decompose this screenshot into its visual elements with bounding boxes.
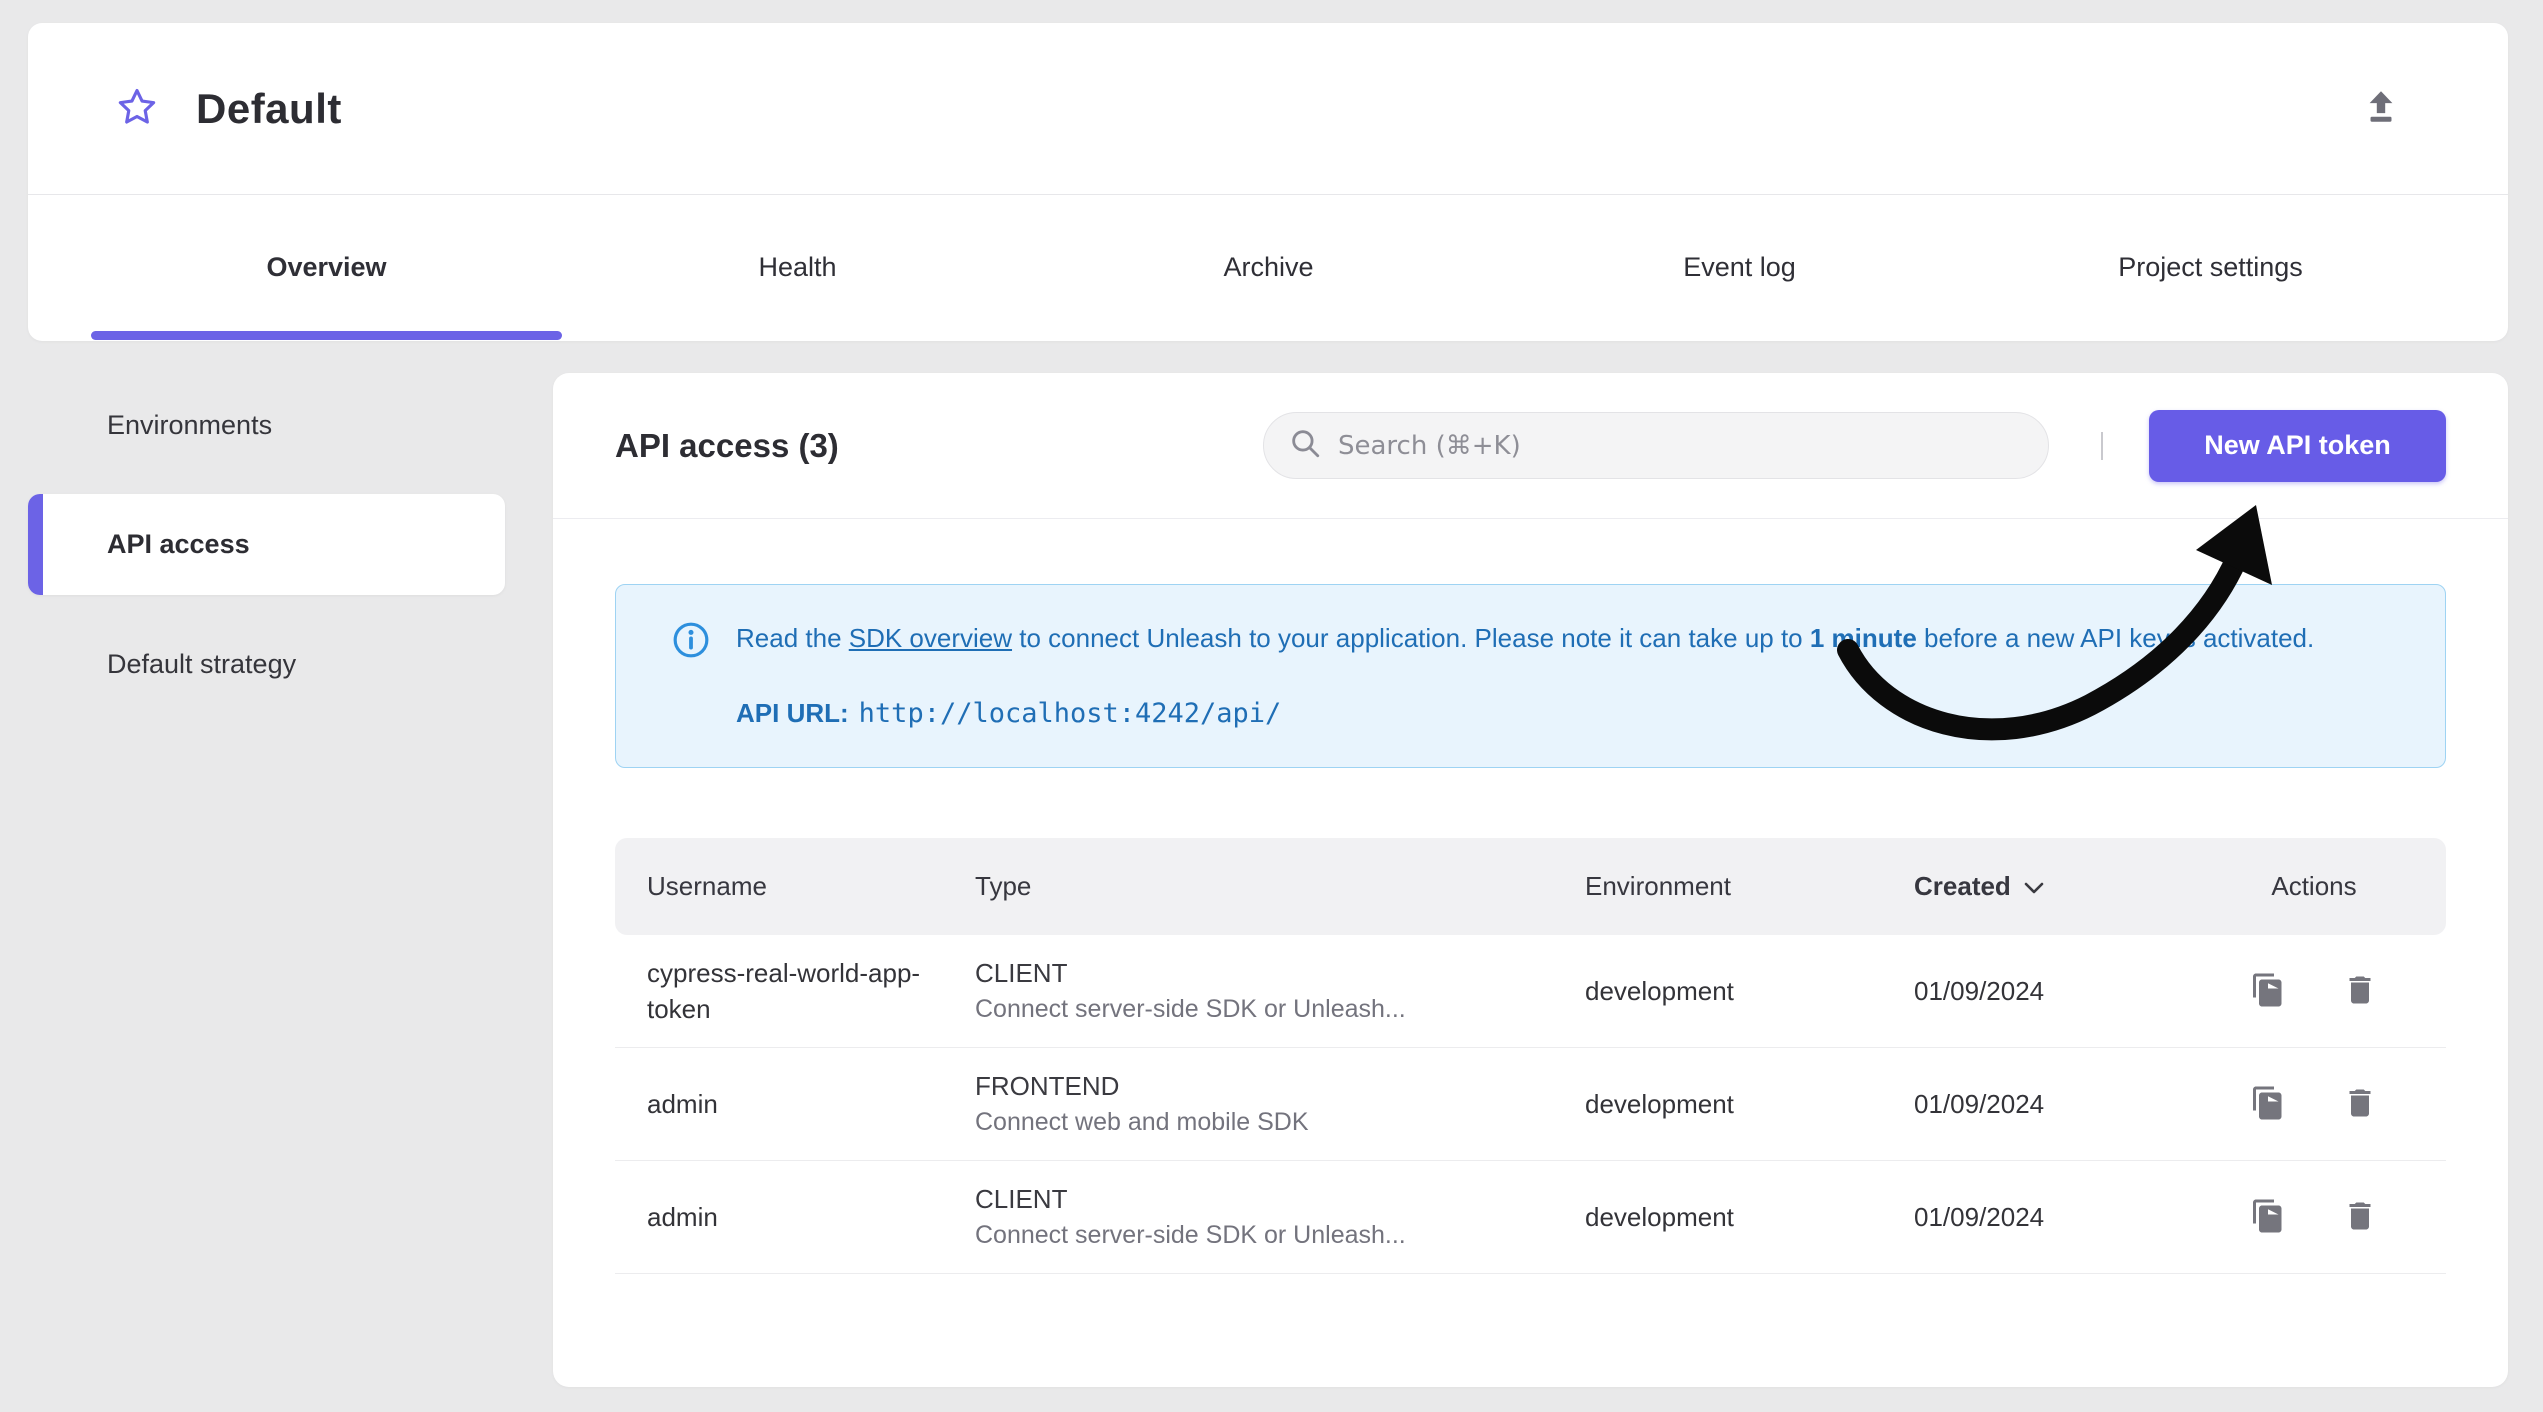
chevron-down-icon (2023, 871, 2045, 902)
api-url-label: API URL: (736, 698, 849, 728)
banner-message-middle: to connect Unleash to your application. … (1012, 623, 1810, 653)
token-type-description: Connect server-side SDK or Unleash... (975, 1221, 1406, 1249)
api-tokens-table: Username Type Environment Created Action… (615, 838, 2446, 1274)
tab-project-settings-label: Project settings (2118, 252, 2303, 282)
token-type-description: Connect server-side SDK or Unleash... (975, 995, 1406, 1023)
banner-message-end: before a new API key is activated. (1916, 623, 2315, 653)
tab-overview[interactable]: Overview (91, 195, 562, 340)
copy-token-button[interactable] (2250, 1085, 2286, 1124)
banner-message-start: Read the (736, 623, 849, 653)
magnifier-icon (1288, 426, 1322, 465)
banner-message-bold: 1 minute (1809, 623, 1917, 653)
api-access-content: Read the SDK overview to connect Unleash… (553, 584, 2508, 1274)
project-header: Default (28, 23, 2508, 195)
project-tabs: Overview Health Archive Event log Projec… (91, 195, 2446, 340)
delete-token-button[interactable] (2342, 972, 2378, 1011)
selected-item-accent-bar (28, 494, 43, 595)
header-actions: Actions (2271, 871, 2357, 901)
tab-health-label: Health (758, 252, 837, 282)
copy-icon (2250, 1085, 2286, 1124)
token-type: CLIENT (975, 1184, 1068, 1214)
tab-health[interactable]: Health (562, 195, 1033, 340)
trash-icon (2342, 972, 2378, 1011)
sdk-overview-link[interactable]: SDK overview (849, 623, 1012, 653)
copy-icon (2250, 972, 2286, 1011)
table-row: admin CLIENT Connect server-side SDK or … (615, 1161, 2446, 1274)
table-row: cypress-real-world-app-token CLIENT Conn… (615, 935, 2446, 1048)
table-header-row: Username Type Environment Created Action… (615, 838, 2446, 935)
search-box[interactable] (1263, 412, 2049, 479)
cell-username: admin (647, 1202, 718, 1232)
trash-icon (2342, 1085, 2378, 1124)
copy-token-button[interactable] (2250, 972, 2286, 1011)
page: Default Overview Health Archive Event lo… (0, 0, 2543, 1412)
header-divider (2101, 431, 2103, 460)
cell-created: 01/09/2024 (1914, 975, 2045, 1006)
cell-environment: development (1585, 1201, 1734, 1232)
copy-token-button[interactable] (2250, 1198, 2286, 1237)
token-type: CLIENT (975, 958, 1068, 988)
sidebar-item-default-strategy-label: Default strategy (107, 648, 297, 679)
copy-icon (2250, 1198, 2286, 1237)
delete-token-button[interactable] (2342, 1085, 2378, 1124)
tab-archive[interactable]: Archive (1033, 195, 1504, 340)
sidebar-item-default-strategy[interactable]: Default strategy (28, 622, 505, 706)
cell-created: 01/09/2024 (1914, 1201, 2045, 1232)
api-access-title: API access (3) (615, 426, 839, 464)
api-url-line: API URL: http://localhost:4242/api/ (736, 693, 2314, 734)
tab-project-settings[interactable]: Project settings (1975, 195, 2446, 340)
api-access-panel: API access (3) New API token (553, 373, 2508, 1387)
upload-icon (2360, 86, 2402, 131)
tab-event-log-label: Event log (1683, 252, 1796, 282)
token-type: FRONTEND (975, 1071, 1120, 1101)
sdk-info-banner: Read the SDK overview to connect Unleash… (615, 584, 2446, 768)
info-circle-icon (672, 621, 710, 664)
sidebar-item-api-access[interactable]: API access (28, 494, 505, 595)
cell-environment: development (1585, 975, 1734, 1006)
cell-type: FRONTEND Connect web and mobile SDK (943, 1068, 1553, 1140)
header-type: Type (975, 871, 1032, 901)
cell-environment: development (1585, 1088, 1734, 1119)
search-input[interactable] (1338, 430, 2024, 461)
banner-message: Read the SDK overview to connect Unleash… (736, 618, 2314, 659)
table-row: admin FRONTEND Connect web and mobile SD… (615, 1048, 2446, 1161)
cell-username: cypress-real-world-app-token (647, 958, 921, 1024)
active-tab-indicator (91, 331, 562, 340)
tab-overview-label: Overview (266, 252, 387, 282)
tab-archive-label: Archive (1223, 252, 1314, 282)
sidebar-item-api-access-label: API access (107, 529, 250, 559)
api-url-value: http://localhost:4242/api/ (858, 698, 1282, 729)
api-access-header: API access (3) New API token (553, 373, 2508, 519)
cell-created: 01/09/2024 (1914, 1088, 2045, 1119)
tab-event-log[interactable]: Event log (1504, 195, 1975, 340)
header-created-label: Created (1914, 871, 2011, 901)
cell-username: admin (647, 1089, 718, 1119)
delete-token-button[interactable] (2342, 1198, 2378, 1237)
cell-type: CLIENT Connect server-side SDK or Unleas… (943, 955, 1553, 1027)
cell-actions (2182, 972, 2446, 1011)
star-outline-icon (116, 86, 158, 131)
sidebar-item-environments-label: Environments (107, 409, 273, 440)
header-environment: Environment (1585, 871, 1731, 901)
banner-text: Read the SDK overview to connect Unleash… (736, 618, 2314, 734)
token-type-description: Connect web and mobile SDK (975, 1108, 1309, 1136)
cell-type: CLIENT Connect server-side SDK or Unleas… (943, 1181, 1553, 1253)
project-title: Default (196, 84, 342, 132)
header-created-sort[interactable]: Created (1882, 871, 2182, 902)
sidebar-item-environments[interactable]: Environments (28, 383, 505, 467)
project-header-card: Default Overview Health Archive Event lo… (28, 23, 2508, 341)
cell-actions (2182, 1198, 2446, 1237)
export-button[interactable] (2360, 86, 2402, 131)
favorite-star-button[interactable] (116, 86, 158, 131)
new-api-token-button[interactable]: New API token (2149, 409, 2446, 482)
trash-icon (2342, 1198, 2378, 1237)
header-username: Username (647, 871, 767, 901)
cell-actions (2182, 1085, 2446, 1124)
